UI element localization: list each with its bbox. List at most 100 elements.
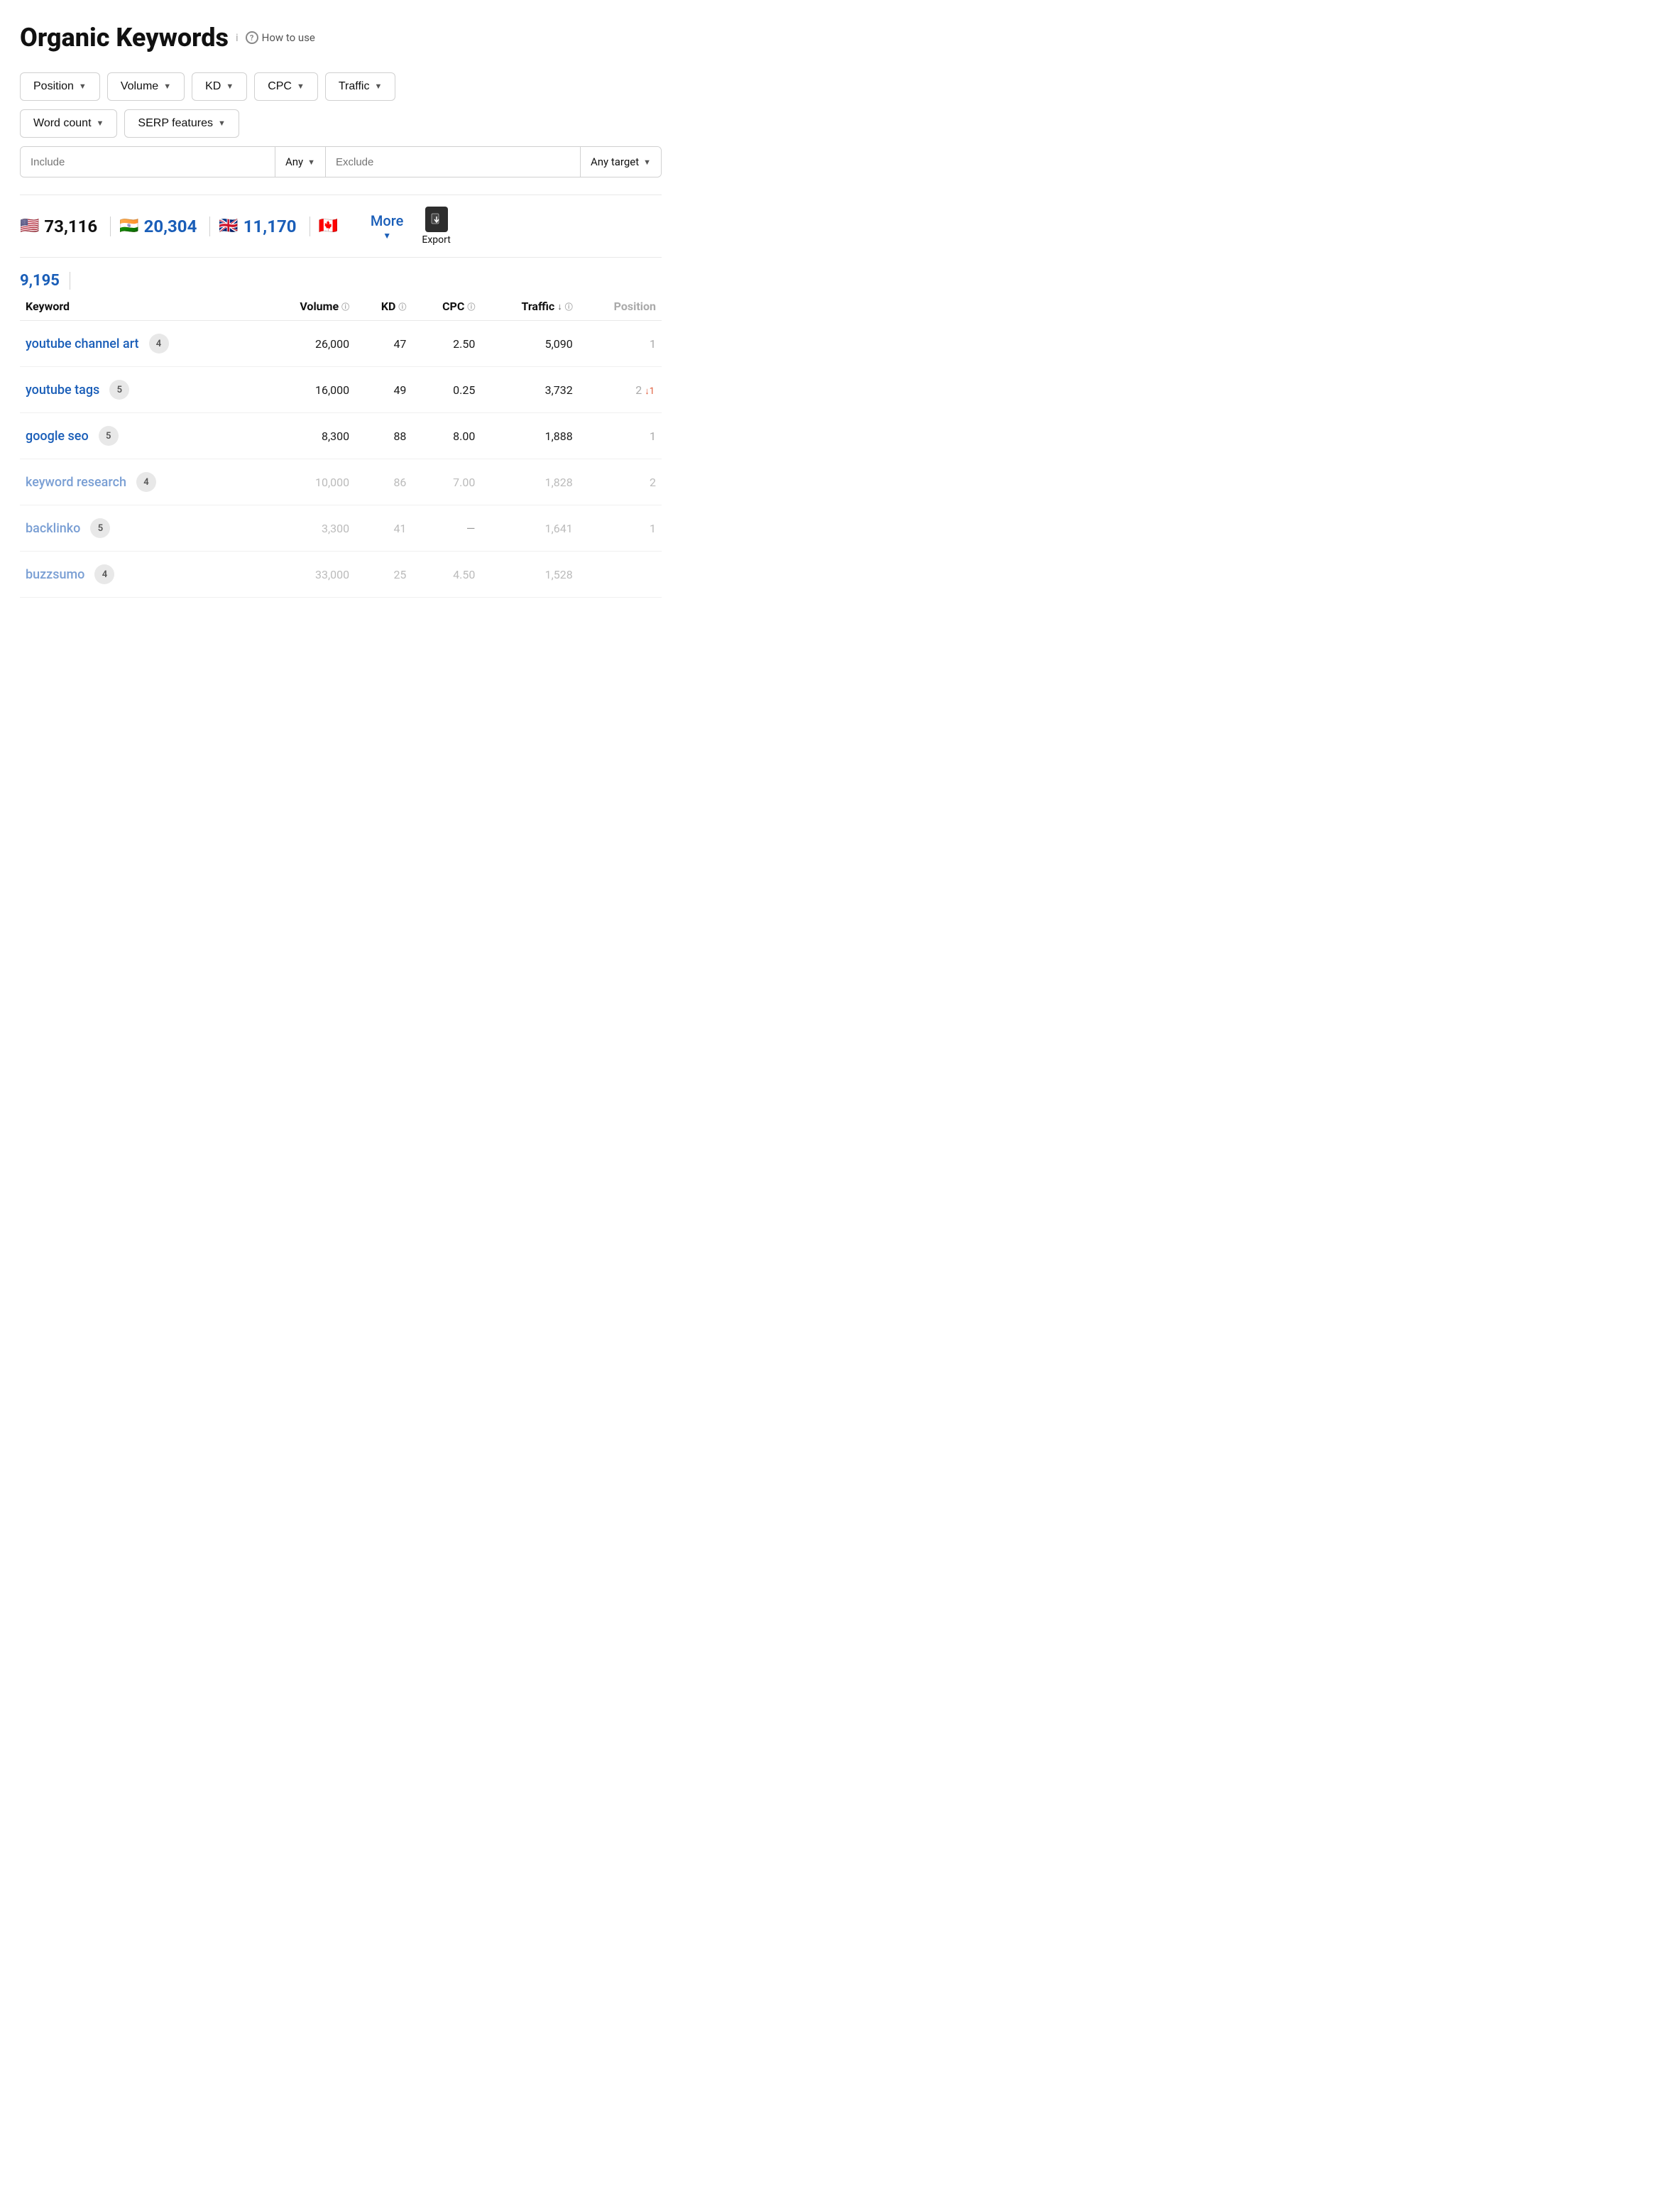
cpc-cell: 8.00 bbox=[412, 413, 481, 459]
cpc-cell: 4.50 bbox=[412, 552, 481, 598]
table-row: youtube tags 5 16,000490.253,7322 ↓1 bbox=[20, 367, 662, 413]
col-header-keyword: Keyword bbox=[20, 290, 261, 321]
stats-second-row: 9,195 bbox=[20, 269, 662, 290]
kd-cell: 86 bbox=[355, 459, 412, 505]
filter-cpc[interactable]: CPC ▼ bbox=[254, 72, 318, 101]
volume-cell: 33,000 bbox=[261, 552, 356, 598]
volume-cell: 16,000 bbox=[261, 367, 356, 413]
stat-us-count: 73,116 bbox=[44, 217, 97, 236]
kd-cell: 25 bbox=[355, 552, 412, 598]
trend-down-icon: ↓1 bbox=[645, 386, 655, 397]
stat-in[interactable]: 🇮🇳 20,304 bbox=[119, 217, 210, 236]
info-icon: ⓘ bbox=[398, 301, 406, 312]
filter-row-2: Word count ▼ SERP features ▼ bbox=[20, 109, 662, 138]
traffic-cell: 1,641 bbox=[481, 505, 578, 552]
keyword-badge: 5 bbox=[90, 518, 110, 538]
keyword-badge: 4 bbox=[94, 564, 114, 584]
export-button[interactable]: Export bbox=[422, 207, 450, 246]
keyword-link[interactable]: youtube tags bbox=[26, 383, 99, 398]
cpc-cell: 0.25 bbox=[412, 367, 481, 413]
filter-word-count[interactable]: Word count ▼ bbox=[20, 109, 117, 138]
col-header-traffic[interactable]: Traffic ↓ ⓘ bbox=[481, 290, 578, 321]
keyword-link[interactable]: google seo bbox=[26, 429, 89, 444]
col-header-kd[interactable]: KD ⓘ bbox=[355, 290, 412, 321]
keyword-badge: 5 bbox=[109, 380, 129, 400]
how-to-use-link[interactable]: ? How to use bbox=[246, 31, 315, 44]
include-input[interactable] bbox=[21, 147, 275, 177]
flag-gb: 🇬🇧 bbox=[219, 217, 238, 235]
sort-arrow-icon: ↓ bbox=[557, 301, 562, 312]
kd-cell: 41 bbox=[355, 505, 412, 552]
volume-cell: 26,000 bbox=[261, 321, 356, 367]
position-cell: 1 bbox=[579, 321, 662, 367]
chevron-down-icon: ▼ bbox=[374, 82, 382, 91]
kd-cell: 47 bbox=[355, 321, 412, 367]
how-to-use-label: How to use bbox=[262, 31, 315, 44]
col-header-cpc[interactable]: CPC ⓘ bbox=[412, 290, 481, 321]
stat-in-count: 20,304 bbox=[144, 217, 197, 236]
keyword-badge: 4 bbox=[136, 472, 156, 492]
col-header-position: Position bbox=[579, 290, 662, 321]
any-target-label: Any target bbox=[591, 155, 639, 168]
keyword-link[interactable]: youtube channel art bbox=[26, 336, 139, 351]
col-header-volume[interactable]: Volume ⓘ bbox=[261, 290, 356, 321]
filter-volume[interactable]: Volume ▼ bbox=[107, 72, 185, 101]
page-title: Organic Keywords bbox=[20, 23, 229, 53]
keyword-link[interactable]: buzzsumo bbox=[26, 567, 84, 582]
chevron-down-icon: ▼ bbox=[79, 82, 87, 91]
kd-cell: 49 bbox=[355, 367, 412, 413]
stat-gb[interactable]: 🇬🇧 11,170 bbox=[219, 217, 310, 236]
traffic-cell: 1,828 bbox=[481, 459, 578, 505]
stat-us[interactable]: 🇺🇸 73,116 bbox=[20, 217, 111, 236]
filter-kd[interactable]: KD ▼ bbox=[192, 72, 247, 101]
stats-row: 🇺🇸 73,116 🇮🇳 20,304 🇬🇧 11,170 🇨🇦 More ▼ bbox=[20, 195, 662, 258]
flag-ca: 🇨🇦 bbox=[319, 217, 338, 235]
keywords-table: Keyword Volume ⓘ KD ⓘ CPC ⓘ bbox=[20, 290, 662, 598]
any-target-button[interactable]: Any target ▼ bbox=[580, 147, 661, 177]
cpc-cell: 2.50 bbox=[412, 321, 481, 367]
volume-cell: 10,000 bbox=[261, 459, 356, 505]
keyword-badge: 4 bbox=[149, 334, 169, 354]
cpc-cell: — bbox=[412, 505, 481, 552]
title-info-icon[interactable]: i bbox=[236, 31, 239, 44]
position-cell: 1 bbox=[579, 505, 662, 552]
more-arrow-icon: ▼ bbox=[383, 231, 391, 241]
position-cell: 1 bbox=[579, 413, 662, 459]
keyword-link[interactable]: backlinko bbox=[26, 521, 80, 536]
help-icon: ? bbox=[246, 31, 258, 44]
info-icon: ⓘ bbox=[467, 301, 475, 312]
table-row: buzzsumo 4 33,000254.501,528 bbox=[20, 552, 662, 598]
more-label: More bbox=[371, 212, 403, 229]
kd-cell: 88 bbox=[355, 413, 412, 459]
chevron-down-icon: ▼ bbox=[643, 158, 651, 167]
more-button[interactable]: More ▼ bbox=[359, 212, 415, 241]
filter-serp-features[interactable]: SERP features ▼ bbox=[124, 109, 239, 138]
export-label: Export bbox=[422, 234, 450, 246]
traffic-cell: 1,888 bbox=[481, 413, 578, 459]
table-row: google seo58,300888.001,8881 bbox=[20, 413, 662, 459]
volume-cell: 3,300 bbox=[261, 505, 356, 552]
chevron-down-icon: ▼ bbox=[297, 82, 305, 91]
info-icon: ⓘ bbox=[565, 301, 573, 312]
table-row: backlinko 5 3,30041—1,6411 bbox=[20, 505, 662, 552]
stat-second-count[interactable]: 9,195 bbox=[20, 272, 70, 290]
traffic-cell: 1,528 bbox=[481, 552, 578, 598]
keyword-link[interactable]: keyword research bbox=[26, 475, 126, 490]
stat-ca[interactable]: 🇨🇦 bbox=[319, 217, 351, 235]
any-dropdown[interactable]: Any ▼ bbox=[275, 147, 326, 177]
flag-in: 🇮🇳 bbox=[119, 217, 138, 235]
filter-row-1: Position ▼ Volume ▼ KD ▼ CPC ▼ Traffic ▼ bbox=[20, 72, 662, 101]
filter-position[interactable]: Position ▼ bbox=[20, 72, 100, 101]
table-row: keyword research410,000867.001,8282 bbox=[20, 459, 662, 505]
export-icon bbox=[425, 207, 448, 232]
cpc-cell: 7.00 bbox=[412, 459, 481, 505]
any-label: Any bbox=[285, 155, 303, 168]
position-cell: 2 ↓1 bbox=[579, 367, 662, 413]
exclude-input[interactable] bbox=[326, 147, 580, 177]
table-row: youtube channel art426,000472.505,0901 bbox=[20, 321, 662, 367]
traffic-cell: 3,732 bbox=[481, 367, 578, 413]
filter-traffic[interactable]: Traffic ▼ bbox=[325, 72, 395, 101]
position-cell bbox=[579, 552, 662, 598]
include-exclude-row: Any ▼ Any target ▼ bbox=[20, 146, 662, 177]
stat-gb-count: 11,170 bbox=[243, 217, 297, 236]
